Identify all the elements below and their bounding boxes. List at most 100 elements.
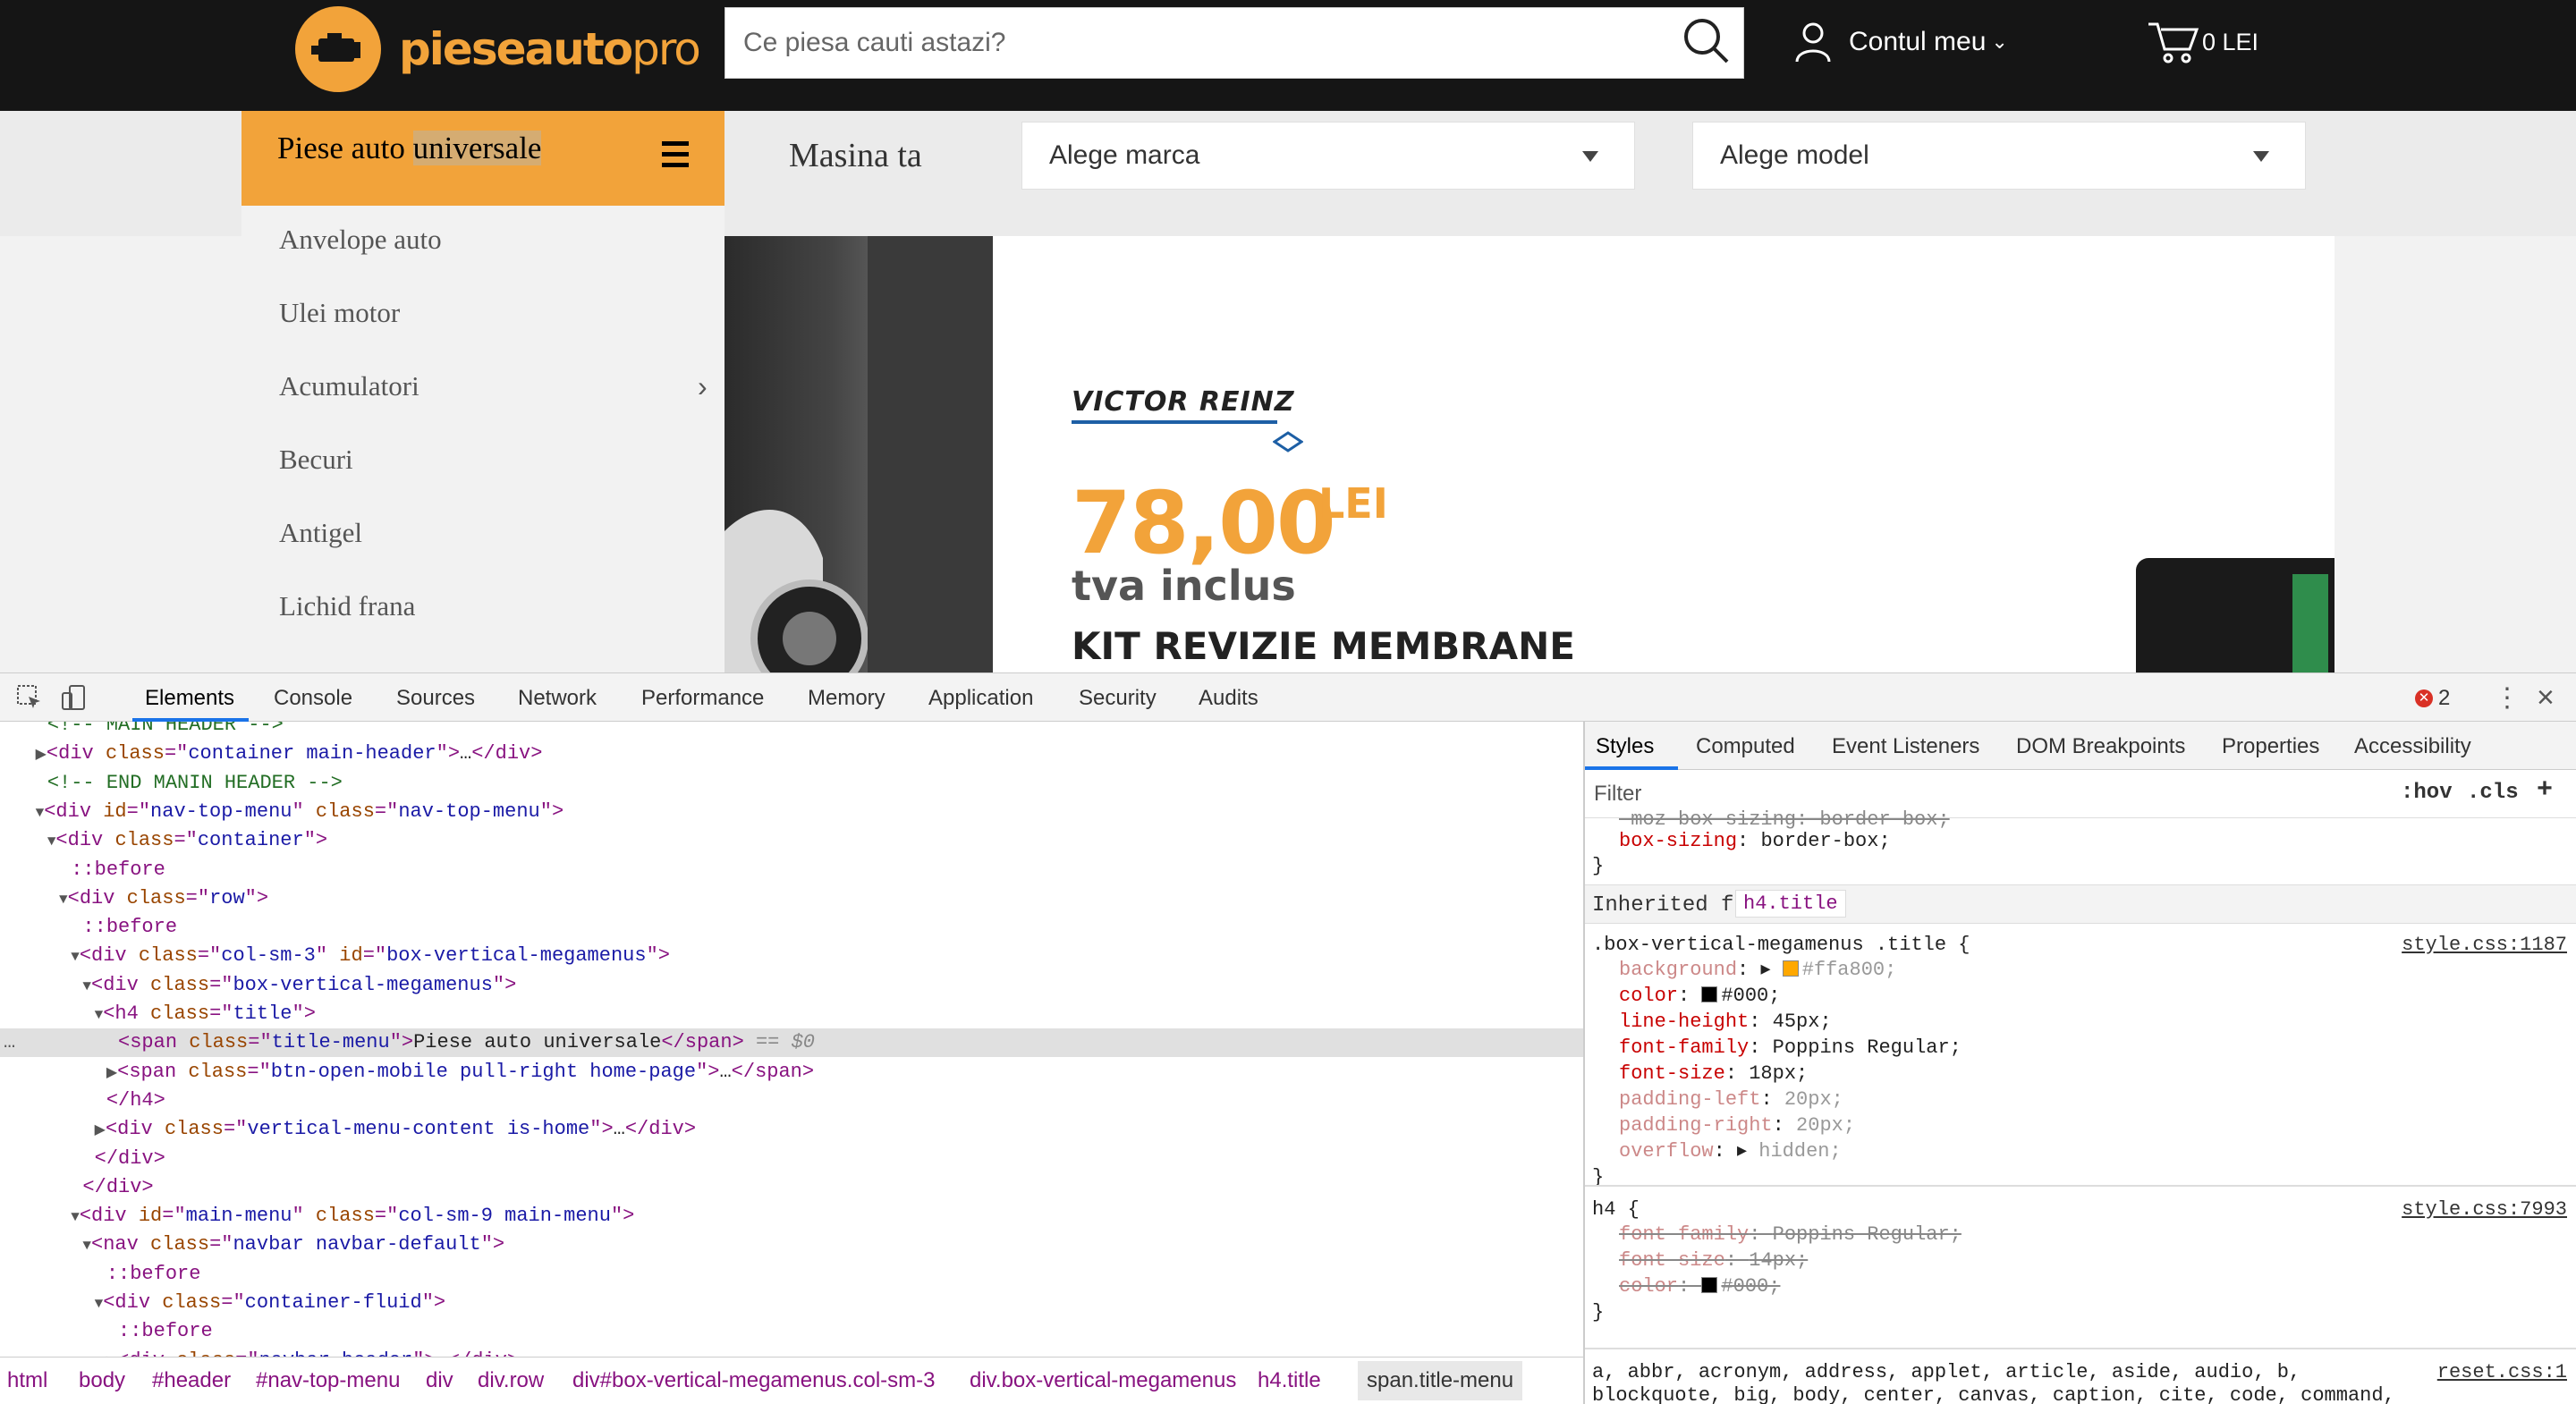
breadcrumb-item[interactable]: h4.title [1258, 1368, 1321, 1393]
dom-node[interactable]: ▼<div class="container-fluid"> [0, 1289, 1583, 1317]
dom-node[interactable]: </h4> [0, 1087, 1583, 1115]
expand-triangle-closed-icon[interactable]: ▶ [95, 1122, 106, 1138]
menu-item-lichid-frana[interactable]: Lichid frana [279, 590, 415, 622]
tab-styles[interactable]: Styles [1596, 734, 1654, 759]
tab-application[interactable]: Application [928, 686, 1033, 711]
tab-performance[interactable]: Performance [641, 686, 764, 711]
menu-item-becuri[interactable]: Becuri [279, 444, 353, 476]
css-selector[interactable]: a, abbr, acronym, address, applet, artic… [1592, 1360, 2301, 1385]
dom-node[interactable]: ▼<div class="row"> [0, 884, 1583, 913]
css-decl[interactable]: color: #000; [1619, 984, 1780, 1009]
menu-item-antigel[interactable]: Antigel [279, 517, 362, 549]
tab-dom-breakpoints[interactable]: DOM Breakpoints [2016, 734, 2185, 759]
css-selector[interactable]: .box-vertical-megamenus .title { [1592, 933, 1970, 958]
color-swatch-icon[interactable] [1701, 986, 1718, 1002]
breadcrumb-item[interactable]: div.box-vertical-megamenus [970, 1368, 1236, 1393]
dom-node[interactable]: ▶<div class="vertical-menu-content is-ho… [0, 1115, 1583, 1144]
search-icon[interactable] [1679, 15, 1734, 71]
breadcrumb-item[interactable]: div.row [478, 1368, 544, 1393]
css-decl[interactable]: color: #000; [1619, 1274, 1780, 1299]
breadcrumb-item[interactable]: html [7, 1368, 47, 1393]
hamburger-menu-icon[interactable] [662, 141, 689, 173]
class-toggle[interactable]: .cls [2467, 781, 2519, 805]
menu-item-anvelope[interactable]: Anvelope auto [279, 224, 442, 256]
dom-pseudo[interactable]: ::before [0, 1260, 1583, 1289]
tab-audits[interactable]: Audits [1199, 686, 1258, 711]
dom-node[interactable]: ▶<span class="btn-open-mobile pull-right… [0, 1058, 1583, 1087]
dom-node[interactable]: ▼<div class="container"> [0, 826, 1583, 855]
css-decl[interactable]: font-size: 14px; [1619, 1248, 1808, 1273]
expand-triangle-closed-icon[interactable]: ▶ [36, 747, 47, 763]
css-decl[interactable]: font-size: 18px; [1619, 1061, 1808, 1087]
dom-tree[interactable]: <!-- MAIN HEADER --> ▶<div class="contai… [0, 722, 1583, 1357]
tab-network[interactable]: Network [518, 686, 597, 711]
dom-comment[interactable]: <!-- MAIN HEADER --> [0, 722, 1583, 740]
expand-triangle-open-icon[interactable]: ▼ [82, 1238, 91, 1254]
more-options-icon[interactable]: ⋮ [2494, 682, 2521, 714]
tab-elements[interactable]: Elements [145, 686, 234, 711]
expand-triangle-open-icon[interactable]: ▼ [95, 1296, 104, 1312]
megamenu-title[interactable]: Piese auto universale [242, 111, 724, 206]
error-counter[interactable]: ✕ 2 [2415, 686, 2450, 711]
expand-triangle-open-icon[interactable]: ▼ [47, 833, 56, 850]
dom-node[interactable]: ▼<h4 class="title"> [0, 1000, 1583, 1028]
css-decl[interactable]: overflow: ▸ hidden; [1619, 1139, 1842, 1164]
color-swatch-icon[interactable] [1701, 1277, 1718, 1293]
css-decl[interactable]: padding-left: 20px; [1619, 1087, 1843, 1112]
add-rule-icon[interactable]: + [2537, 775, 2553, 806]
site-logo[interactable]: pieseautopro [295, 4, 701, 94]
breadcrumb-item[interactable]: body [79, 1368, 125, 1393]
breadcrumb-item[interactable]: #nav-top-menu [256, 1368, 400, 1393]
tab-security[interactable]: Security [1079, 686, 1157, 711]
tab-computed[interactable]: Computed [1696, 734, 1795, 759]
tab-properties[interactable]: Properties [2222, 734, 2319, 759]
dom-node[interactable]: ▼<div id="nav-top-menu" class="nav-top-m… [0, 798, 1583, 826]
row-actions-icon[interactable]: … [4, 1028, 15, 1057]
hover-state-toggle[interactable]: :hov [2401, 781, 2453, 805]
tab-memory[interactable]: Memory [808, 686, 886, 711]
expand-triangle-open-icon[interactable]: ▼ [82, 978, 91, 994]
breadcrumb-item[interactable]: div#box-vertical-megamenus.col-sm-3 [572, 1368, 935, 1393]
dom-node[interactable]: ▶<div class="container main-header">…</d… [0, 740, 1583, 768]
inspect-element-icon[interactable] [16, 684, 43, 711]
dom-node[interactable]: ▼<div class="box-vertical-megamenus"> [0, 971, 1583, 1000]
tab-accessibility[interactable]: Accessibility [2354, 734, 2471, 759]
close-icon[interactable]: × [2537, 681, 2555, 715]
breadcrumb-item[interactable]: span.title-menu [1358, 1361, 1523, 1400]
device-toggle-icon[interactable] [61, 684, 88, 711]
dom-node[interactable]: </div> [0, 1145, 1583, 1173]
dom-pseudo[interactable]: ::before [0, 1317, 1583, 1346]
css-source-link[interactable]: style.css:7993 [2402, 1197, 2567, 1222]
search-input[interactable] [743, 8, 1638, 78]
breadcrumb-item[interactable]: div [426, 1368, 453, 1393]
cart-button[interactable]: 0 LEI [2147, 18, 2258, 66]
brand-select[interactable]: Alege marca [1021, 122, 1635, 190]
menu-item-acumulatori[interactable]: Acumulatori [279, 370, 419, 402]
css-selector[interactable]: blockquote, big, body, center, canvas, c… [1592, 1383, 2395, 1404]
tab-sources[interactable]: Sources [396, 686, 475, 711]
expand-triangle-open-icon[interactable]: ▼ [36, 805, 45, 821]
dom-pseudo[interactable]: ::before [0, 913, 1583, 942]
account-menu[interactable]: Contul meu ⌄ [1793, 18, 2008, 66]
css-decl[interactable]: padding-right: 20px; [1619, 1113, 1855, 1138]
promo-banner[interactable]: VICTOR REINZ 78,00 LEI tva inclus KIT RE… [724, 236, 2334, 672]
css-decl[interactable]: box-sizing: border-box; [1619, 829, 1891, 854]
dom-node[interactable]: </div> [0, 1173, 1583, 1202]
color-swatch-icon[interactable] [1782, 960, 1799, 977]
dom-node[interactable]: ▶<div class="navbar-header">…</div> [0, 1347, 1583, 1357]
expand-triangle-open-icon[interactable]: ▼ [71, 1209, 80, 1225]
dom-comment[interactable]: <!-- END MANIN HEADER --> [0, 769, 1583, 798]
model-select[interactable]: Alege model [1692, 122, 2306, 190]
tab-event-listeners[interactable]: Event Listeners [1832, 734, 1979, 759]
expand-triangle-open-icon[interactable]: ▼ [71, 949, 80, 965]
css-selector[interactable]: h4 { [1592, 1197, 1640, 1222]
css-source-link[interactable]: reset.css:1 [2437, 1360, 2567, 1385]
styles-filter-input[interactable] [1594, 779, 2381, 809]
dom-pseudo[interactable]: ::before [0, 856, 1583, 884]
css-decl[interactable]: line-height: 45px; [1619, 1010, 1832, 1035]
menu-item-ulei[interactable]: Ulei motor [279, 297, 400, 329]
expand-triangle-open-icon[interactable]: ▼ [95, 1007, 104, 1023]
dom-node[interactable]: ▼<nav class="navbar navbar-default"> [0, 1231, 1583, 1259]
dom-node[interactable]: ▼<div id="main-menu" class="col-sm-9 mai… [0, 1202, 1583, 1231]
inherited-tag[interactable]: h4.title [1735, 890, 1846, 918]
